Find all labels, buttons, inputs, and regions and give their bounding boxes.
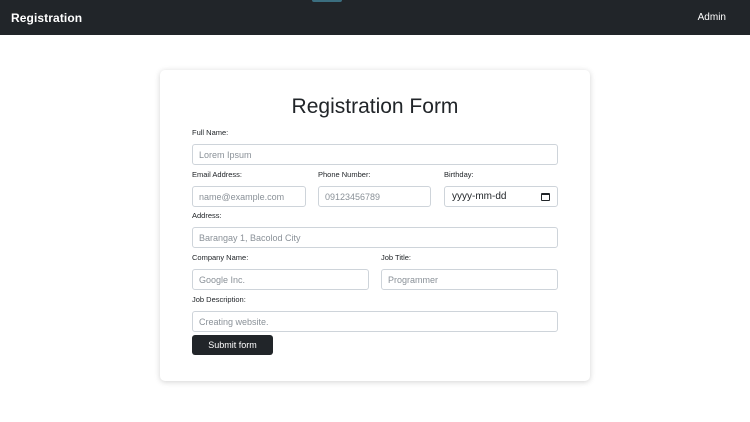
address-group: Address: (192, 211, 558, 248)
calendar-icon[interactable] (541, 192, 550, 201)
job-title-input[interactable] (381, 269, 558, 290)
email-label: Email Address: (192, 170, 243, 179)
job-description-label: Job Description: (192, 295, 246, 304)
birthday-group: Birthday: yyyy-mm-dd (444, 170, 558, 207)
top-navbar: Registration Admin (0, 0, 750, 35)
company-input[interactable] (192, 269, 369, 290)
form-title: Registration Form (291, 95, 459, 118)
email-input[interactable] (192, 186, 306, 207)
birthday-value: yyyy-mm-dd (452, 191, 507, 202)
address-label: Address: (192, 211, 222, 220)
address-input[interactable] (192, 227, 558, 248)
phone-label: Phone Number: (318, 170, 371, 179)
admin-link[interactable]: Admin (698, 12, 726, 23)
birthday-label: Birthday: (444, 170, 474, 179)
job-description-input[interactable] (192, 311, 558, 332)
full-name-group: Full Name: (192, 128, 558, 165)
company-label: Company Name: (192, 253, 249, 262)
job-title-label: Job Title: (381, 253, 412, 262)
registration-card: Registration Form Full Name: Email Addre… (160, 70, 590, 381)
phone-group: Phone Number: (318, 170, 431, 207)
job-title-group: Job Title: (381, 253, 558, 290)
phone-input[interactable] (318, 186, 431, 207)
company-group: Company Name: (192, 253, 369, 290)
job-description-group: Job Description: (192, 295, 558, 332)
full-name-input[interactable] (192, 144, 558, 165)
full-name-label: Full Name: (192, 128, 229, 137)
navbar-brand[interactable]: Registration (11, 11, 82, 25)
navbar-accent (312, 0, 342, 2)
submit-button[interactable]: Submit form (192, 335, 273, 355)
email-group: Email Address: (192, 170, 306, 207)
birthday-input[interactable]: yyyy-mm-dd (444, 186, 558, 207)
